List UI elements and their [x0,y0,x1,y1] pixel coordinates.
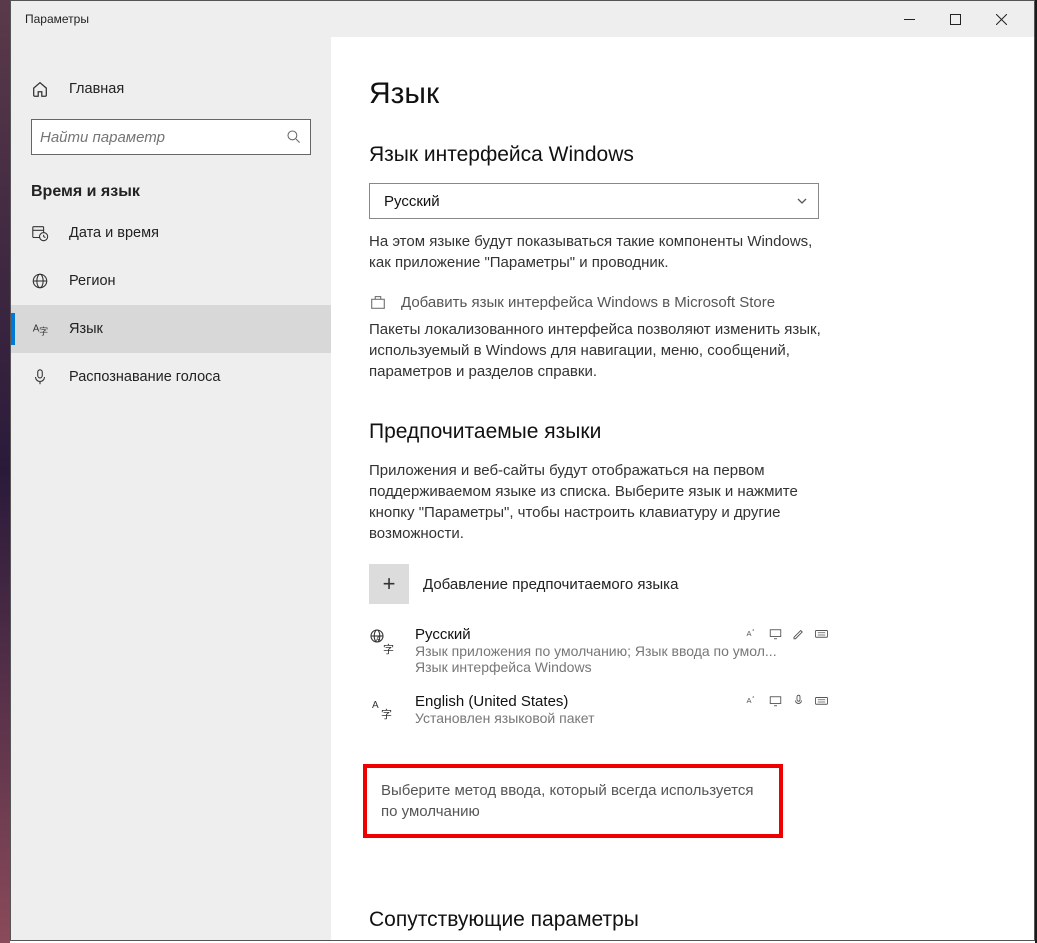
content-area: Язык Язык интерфейса Windows Русский На … [331,37,1034,940]
text-to-speech-icon: Aᵃ [745,626,760,641]
sidebar: Главная Время и язык Дата и время Ре [11,37,331,940]
language-subtitle-2: Язык интерфейса Windows [415,659,829,675]
sidebar-item-label: Регион [69,273,116,289]
display-icon [768,693,783,708]
app-title: Параметры [21,12,89,26]
language-item-english[interactable]: A字 English (United States) Aᵃ Установлен… [369,689,829,740]
store-description: Пакеты локализованного интерфейса позвол… [369,319,829,382]
preferred-languages-heading: Предпочитаемые языки [369,420,1002,444]
language-icon: A字 [31,320,53,338]
desktop-edge [0,0,10,943]
display-language-heading: Язык интерфейса Windows [369,143,1002,167]
language-name: English (United States) [415,693,568,710]
language-subtitle: Язык приложения по умолчанию; Язык ввода… [415,643,829,659]
svg-text:字: 字 [381,707,392,721]
store-icon [369,293,391,311]
calendar-clock-icon [31,224,53,242]
svg-text:字: 字 [383,642,394,656]
home-icon [31,80,53,98]
keyboard-icon [814,693,829,708]
sidebar-item-label: Дата и время [69,225,159,241]
maximize-button[interactable] [932,3,978,35]
language-item-russian[interactable]: A字 Русский Aᵃ Язык приложения по умолчан… [369,622,829,689]
speech-icon [791,693,806,708]
page-title: Язык [369,77,1002,111]
add-language-button[interactable]: + Добавление предпочитаемого языка [369,564,1002,604]
language-name: Русский [415,626,471,643]
svg-text:A: A [747,696,752,705]
handwriting-icon [791,626,806,641]
display-language-description: На этом языке будут показываться такие к… [369,231,829,273]
language-features: Aᵃ [745,626,829,641]
preferred-languages-description: Приложения и веб-сайты будут отображатьс… [369,460,829,544]
add-language-label: Добавление предпочитаемого языка [423,576,678,593]
svg-text:ᵃ: ᵃ [753,695,755,700]
search-icon [286,129,302,145]
plus-icon: + [369,564,409,604]
language-glyph-icon: A字 [369,626,401,675]
language-features: Aᵃ [745,693,829,708]
svg-text:A: A [747,629,752,638]
sidebar-item-label: Язык [69,321,103,337]
globe-icon [31,272,53,290]
sidebar-item-label: Распознавание голоса [69,369,221,385]
related-settings-heading: Сопутствующие параметры [369,908,1002,932]
titlebar: Параметры [11,1,1034,37]
display-language-dropdown[interactable]: Русский [369,183,819,219]
home-button[interactable]: Главная [11,65,331,113]
sidebar-item-date-time[interactable]: Дата и время [11,209,331,257]
sidebar-item-speech[interactable]: Распознавание голоса [11,353,331,401]
sidebar-item-language[interactable]: A字 Язык [11,305,331,353]
sidebar-item-region[interactable]: Регион [11,257,331,305]
keyboard-icon [814,626,829,641]
language-glyph-icon: A字 [369,693,401,726]
minimize-button[interactable] [886,3,932,35]
svg-text:A: A [376,636,381,643]
add-language-store-link[interactable]: Добавить язык интерфейса Windows в Micro… [369,293,1002,311]
home-label: Главная [69,81,124,97]
search-input[interactable] [31,119,311,155]
section-head: Время и язык [31,183,311,201]
store-link-label: Добавить язык интерфейса Windows в Micro… [401,294,775,311]
close-button[interactable] [978,3,1024,35]
text-to-speech-icon: Aᵃ [745,693,760,708]
svg-text:字: 字 [39,325,48,336]
microphone-icon [31,368,53,386]
display-icon [768,626,783,641]
default-input-method-link-highlight: Выберите метод ввода, который всегда исп… [363,764,783,838]
svg-text:A: A [372,700,379,711]
dropdown-value: Русский [384,193,440,210]
chevron-down-icon [796,195,808,207]
svg-text:ᵃ: ᵃ [753,628,755,633]
settings-window: Параметры Главная Вр [10,0,1035,941]
default-input-method-link[interactable]: Выберите метод ввода, который всегда исп… [381,780,765,822]
search-field[interactable] [40,129,286,146]
language-subtitle: Установлен языковой пакет [415,710,829,726]
